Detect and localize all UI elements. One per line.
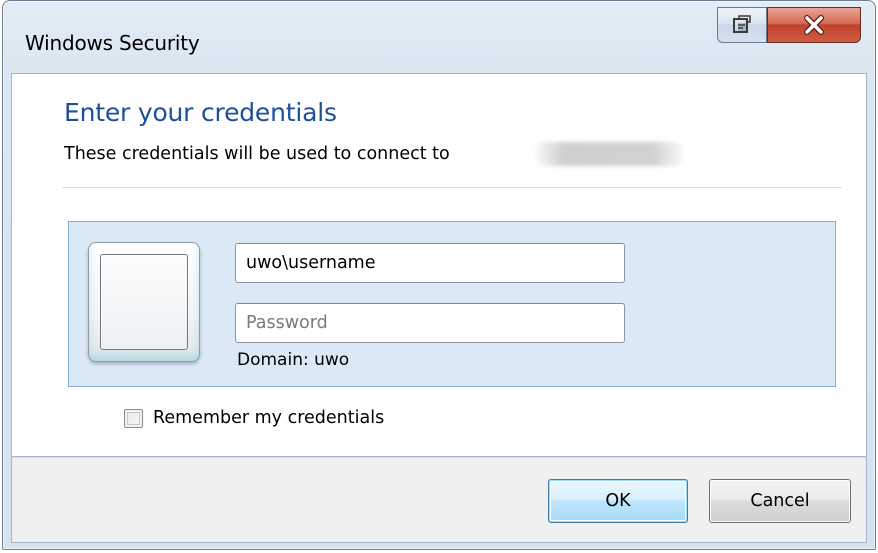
restore-button[interactable] [717, 7, 767, 43]
dialog-content: Enter your credentials These credentials… [11, 73, 867, 457]
connect-description: These credentials will be used to connec… [64, 144, 450, 164]
window-title: Windows Security [25, 31, 200, 55]
user-tile-frame [100, 254, 188, 350]
user-tile-icon [88, 242, 200, 362]
remember-checkbox[interactable] [124, 408, 143, 428]
close-icon [802, 15, 826, 35]
content-divider [62, 187, 842, 188]
cancel-button[interactable]: Cancel [709, 479, 851, 523]
dialog-heading: Enter your credentials [64, 98, 337, 127]
dialog-footer: OK Cancel [11, 457, 867, 543]
close-button[interactable] [767, 7, 861, 43]
ok-button[interactable]: OK [548, 479, 688, 523]
title-bar[interactable]: Windows Security [3, 1, 875, 73]
credentials-dialog: Windows Security Enter your credentials … [2, 0, 876, 550]
domain-label: Domain: uwo [237, 350, 350, 370]
username-input[interactable] [235, 243, 625, 283]
credential-tile[interactable]: Domain: uwo [68, 221, 836, 387]
redacted-server-name [534, 142, 684, 166]
remember-label[interactable]: Remember my credentials [153, 408, 384, 428]
remember-credentials-option[interactable]: Remember my credentials [124, 408, 384, 428]
restore-icon [731, 15, 753, 35]
password-input[interactable] [235, 303, 625, 343]
